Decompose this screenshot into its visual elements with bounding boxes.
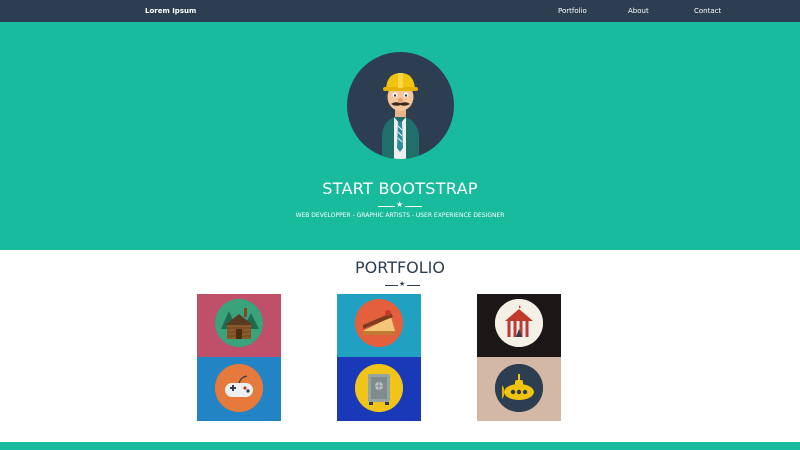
circus-tent-icon (495, 299, 543, 347)
portfolio-item-circus[interactable] (477, 294, 561, 357)
footer-bar (0, 442, 800, 450)
portfolio-divider-right (407, 285, 420, 286)
nav-link-portfolio[interactable]: Portfolio (558, 0, 587, 22)
safe-icon (355, 364, 403, 412)
portfolio-item-cabin[interactable] (197, 294, 281, 357)
nav-link-contact[interactable]: Contact (694, 0, 721, 22)
construction-worker-icon (347, 52, 454, 159)
submarine-icon (495, 364, 543, 412)
brand-link[interactable]: Lorem Ipsum (145, 0, 196, 22)
star-icon: ★ (399, 281, 406, 288)
game-controller-icon (215, 364, 263, 412)
star-icon: ★ (396, 200, 404, 209)
portfolio-item-controller[interactable] (197, 357, 281, 421)
portfolio-item-cake[interactable] (337, 294, 421, 357)
divider-line-right (405, 206, 422, 207)
divider-line-left (378, 206, 395, 207)
hero-subtitle: WEB DEVELOPPER - GRAPHIC ARTISTS - USER … (295, 212, 505, 219)
hero-section: START BOOTSTRAP ★ WEB DEVELOPPER - GRAPH… (0, 22, 800, 250)
portfolio-item-submarine[interactable] (477, 357, 561, 421)
portfolio-divider-left (385, 285, 398, 286)
navbar: Lorem Ipsum Portfolio About Contact (0, 0, 800, 22)
cake-slice-icon (355, 299, 403, 347)
portfolio-item-safe[interactable] (337, 357, 421, 421)
nav-link-about[interactable]: About (628, 0, 649, 22)
cabin-icon (215, 299, 263, 347)
portfolio-title: PORTFOLIO (355, 258, 445, 277)
hero-title: START BOOTSTRAP (322, 179, 478, 198)
